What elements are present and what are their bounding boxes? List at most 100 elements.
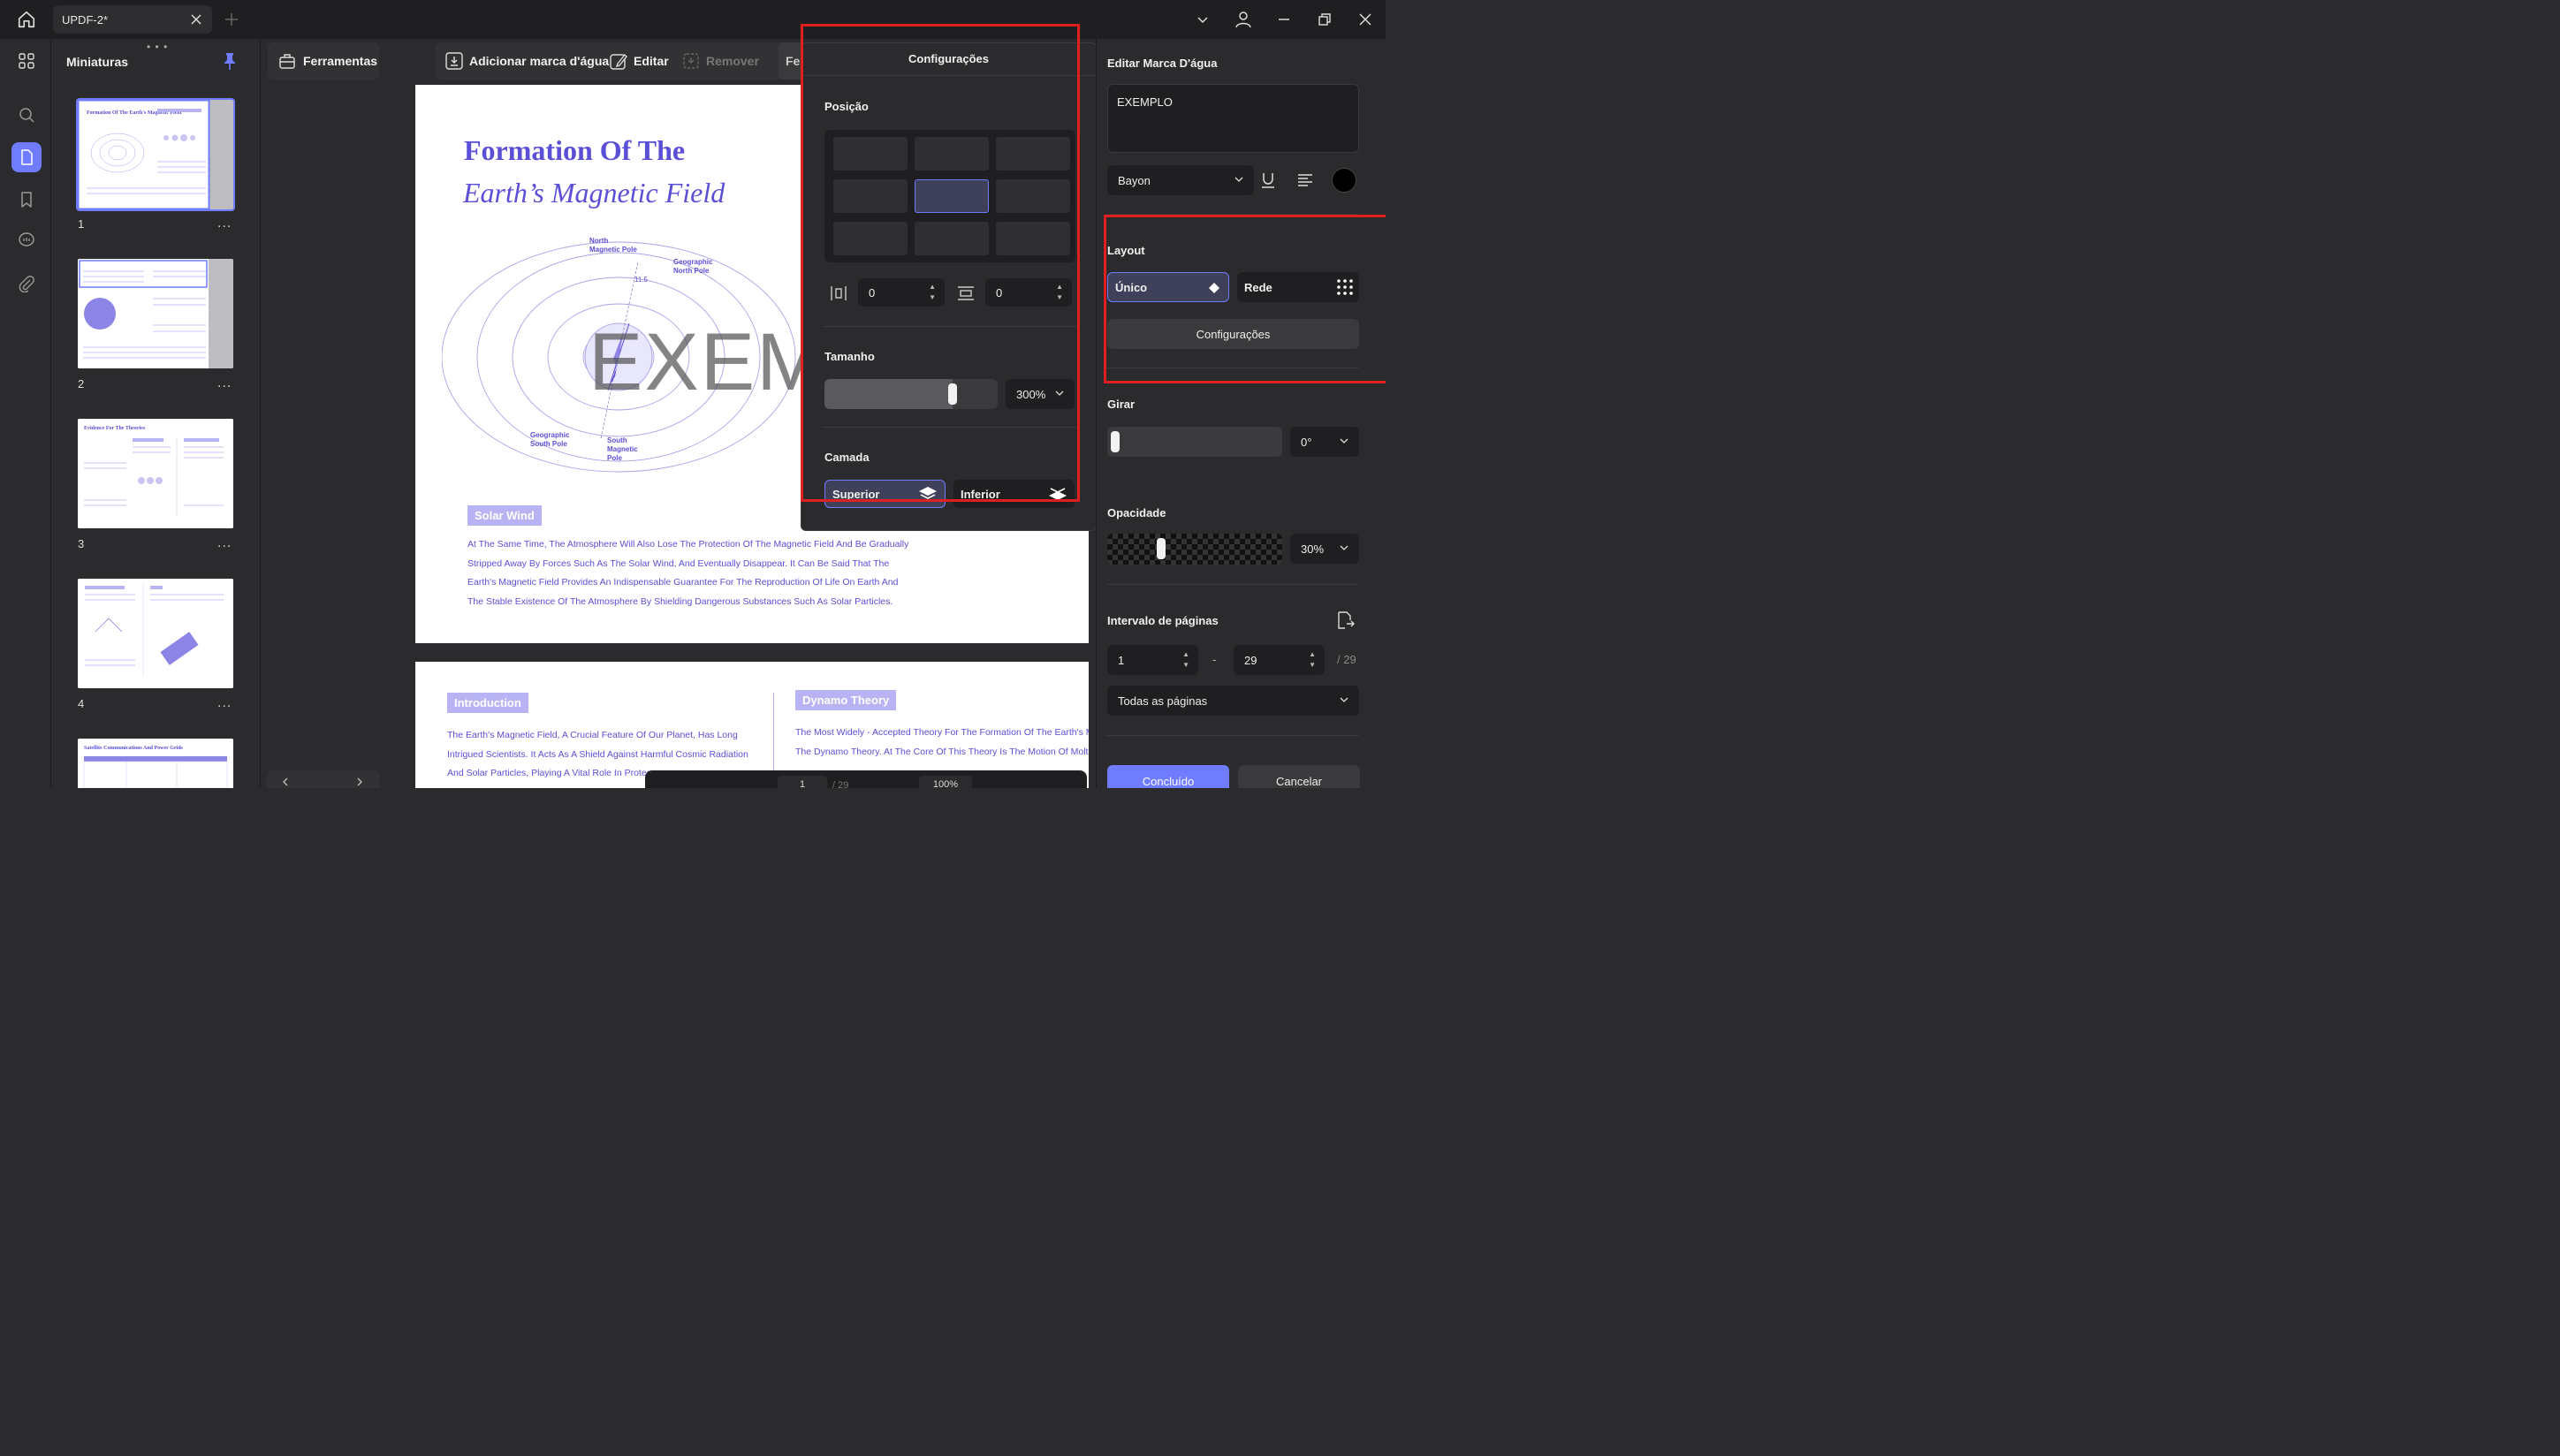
- tools-button[interactable]: Ferramentas: [268, 42, 379, 80]
- position-bottom-right[interactable]: [996, 222, 1070, 255]
- title-bar: UPDF-2*: [0, 0, 1386, 39]
- page-range-mode-dropdown[interactable]: Todas as páginas: [1107, 686, 1359, 716]
- page-range-options-button[interactable]: [1332, 607, 1358, 633]
- thumb-more-button[interactable]: ...: [217, 535, 232, 551]
- layout-single-label: Único: [1115, 280, 1148, 294]
- thumb-more-button[interactable]: ...: [217, 695, 232, 711]
- new-tab-button[interactable]: [223, 11, 240, 28]
- settings-button[interactable]: Configurações: [1107, 319, 1359, 349]
- align-button[interactable]: [1292, 167, 1318, 193]
- label-geographic-south-pole: Geographic South Pole: [530, 431, 570, 448]
- vertical-offset-value: 0: [996, 285, 1003, 300]
- range-from-input[interactable]: 1 ▲ ▼: [1107, 645, 1198, 675]
- remove-watermark-button[interactable]: Remover: [681, 42, 759, 80]
- watermark-text-input[interactable]: EXEMPLO: [1107, 84, 1359, 153]
- paragraph-line: Intrigued Scientists. It Acts As A Shiel…: [447, 748, 748, 760]
- paragraph-line: Earth's Magnetic Field Provides An Indis…: [467, 577, 899, 588]
- zoom-dropdown[interactable]: 100%: [919, 776, 972, 788]
- horizontal-offset-input[interactable]: 0 ▲ ▼: [858, 278, 945, 307]
- tab-close-button[interactable]: [189, 12, 203, 27]
- opacity-slider-handle[interactable]: [1157, 538, 1166, 559]
- edit-label: Editar: [634, 54, 669, 68]
- stepper-icon[interactable]: ▲ ▼: [1309, 649, 1316, 671]
- settings-popup: Configurações Posição 0 ▲ ▼ 0 ▲ ▼ Tamanho: [801, 42, 1097, 531]
- layer-top-button[interactable]: Superior: [824, 480, 946, 508]
- position-top-center[interactable]: [915, 137, 989, 171]
- tools-label: Ferramentas: [303, 54, 378, 68]
- zoom-value: 100%: [932, 779, 959, 788]
- layout-grid-button[interactable]: Rede: [1237, 272, 1359, 302]
- chevron-right-icon[interactable]: [355, 777, 364, 786]
- rotate-dropdown[interactable]: 0°: [1290, 427, 1359, 457]
- vertical-offset-input[interactable]: 0 ▲ ▼: [985, 278, 1072, 307]
- position-middle-right[interactable]: [996, 179, 1070, 213]
- close-window-button[interactable]: [1345, 0, 1386, 39]
- layout-single-button[interactable]: Único: [1107, 272, 1229, 302]
- solar-wind-label: Solar Wind: [467, 505, 542, 526]
- pin-panel-button[interactable]: [221, 51, 239, 71]
- position-center[interactable]: [915, 179, 989, 213]
- close-icon: [191, 14, 201, 25]
- divider: [1107, 584, 1359, 585]
- minimize-button[interactable]: [1264, 0, 1304, 39]
- opacity-slider[interactable]: [1107, 534, 1282, 565]
- rail-search[interactable]: [11, 100, 42, 130]
- page-thumbnail-2[interactable]: [78, 259, 233, 368]
- restore-button[interactable]: [1304, 0, 1345, 39]
- thumbnails-panel: • • • Miniaturas Formation Of The Earth'…: [51, 39, 261, 788]
- page-thumbnail-4[interactable]: [78, 579, 233, 688]
- position-bottom-left[interactable]: [833, 222, 908, 255]
- range-separator: -: [1212, 653, 1217, 666]
- rotate-slider-handle[interactable]: [1111, 431, 1120, 452]
- rotate-slider[interactable]: [1107, 427, 1282, 457]
- range-to-input[interactable]: 29 ▲ ▼: [1234, 645, 1325, 675]
- chevron-left-icon[interactable]: [281, 777, 290, 786]
- account-button[interactable]: [1223, 0, 1264, 39]
- label-north-magnetic-pole: North Magnetic Pole: [589, 237, 637, 254]
- rail-bookmarks[interactable]: [11, 185, 42, 215]
- rail-comments[interactable]: [11, 225, 42, 255]
- panel-resize-grip[interactable]: • • •: [147, 41, 168, 53]
- thumb-page-number: 4: [78, 697, 85, 710]
- size-dropdown[interactable]: 300%: [1006, 379, 1075, 409]
- cancel-button[interactable]: Cancelar: [1238, 765, 1360, 788]
- size-slider-handle[interactable]: [948, 383, 957, 405]
- stepper-icon[interactable]: ▲ ▼: [1056, 282, 1063, 303]
- layer-bottom-button[interactable]: Inferior: [953, 480, 1075, 508]
- done-button-label: Concluído: [1142, 774, 1195, 788]
- stepper-icon[interactable]: ▲ ▼: [1182, 649, 1189, 671]
- position-label: Posição: [824, 100, 869, 113]
- position-middle-left[interactable]: [833, 179, 908, 213]
- done-button[interactable]: Concluído: [1107, 765, 1229, 788]
- stepper-icon[interactable]: ▲ ▼: [929, 282, 936, 303]
- home-button[interactable]: [12, 7, 41, 32]
- thumb-more-button[interactable]: ...: [217, 216, 232, 231]
- page-thumbnail-5[interactable]: Satellite Communications And Power Grids: [78, 739, 233, 788]
- document-tab[interactable]: UPDF-2*: [53, 5, 212, 34]
- page-number-input[interactable]: 1: [778, 776, 827, 788]
- rail-pages[interactable]: [11, 142, 42, 172]
- layout-label: Layout: [1107, 244, 1145, 257]
- position-top-right[interactable]: [996, 137, 1070, 171]
- position-top-left[interactable]: [833, 137, 908, 171]
- font-dropdown[interactable]: Bayon: [1107, 165, 1254, 195]
- more-menu-button[interactable]: [1182, 0, 1223, 39]
- rail-thumbnails-grid[interactable]: [11, 46, 42, 76]
- opacity-dropdown[interactable]: 30%: [1290, 534, 1359, 564]
- page-thumbnail-1[interactable]: Formation Of The Earth's Magnetic Field: [76, 98, 235, 211]
- size-slider[interactable]: [824, 379, 998, 409]
- range-to-value: 29: [1244, 653, 1257, 667]
- thumb-page-number: 2: [78, 377, 85, 391]
- rail-attachments[interactable]: [11, 269, 42, 299]
- edit-watermark-button[interactable]: Editar: [609, 42, 669, 80]
- thumbnails-title: Miniaturas: [66, 55, 129, 69]
- position-bottom-center[interactable]: [915, 222, 989, 255]
- text-color-swatch[interactable]: [1332, 168, 1356, 193]
- page-range-icon: [1338, 611, 1355, 629]
- page-thumbnail-3[interactable]: Evidence For The Theories: [78, 419, 233, 528]
- underline-button[interactable]: [1255, 167, 1281, 193]
- add-watermark-button[interactable]: Adicionar marca d'água: [444, 42, 609, 80]
- thumb-more-button[interactable]: ...: [217, 375, 232, 391]
- close-icon: [1359, 13, 1371, 26]
- page-number-value: 1: [799, 779, 806, 788]
